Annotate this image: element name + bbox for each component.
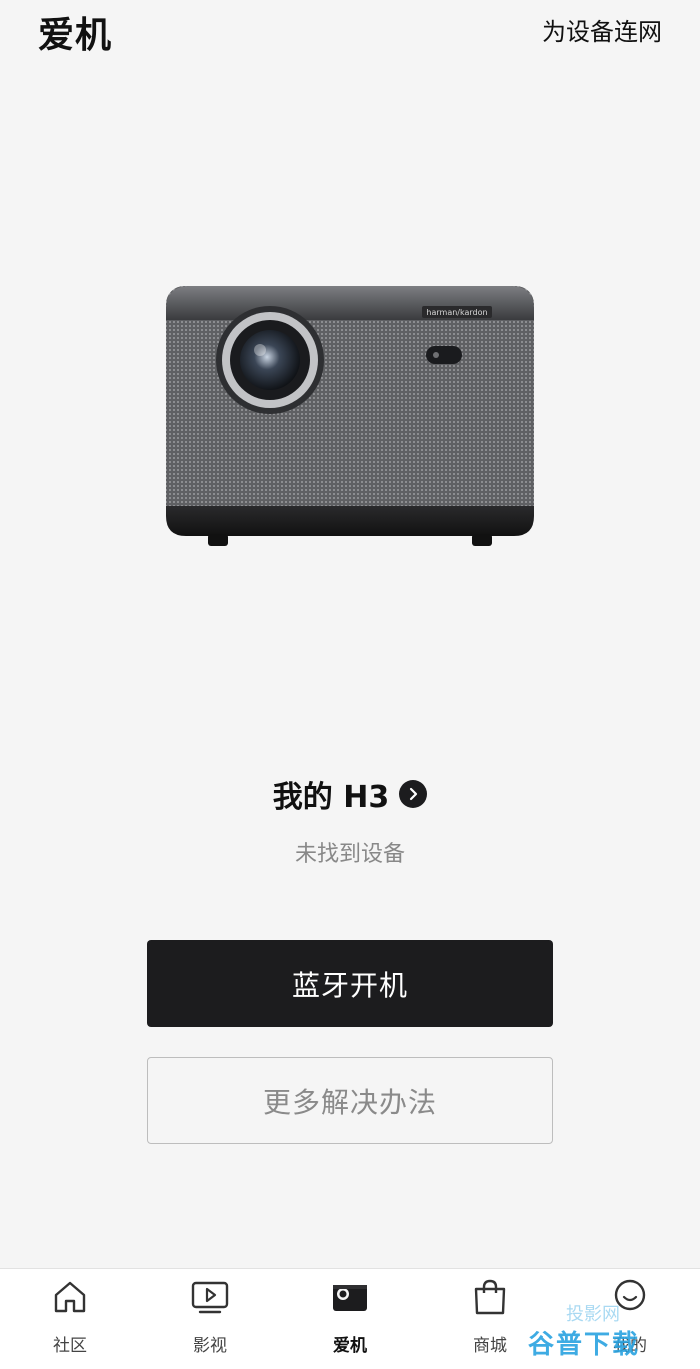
tab-me[interactable]: 我的 bbox=[560, 1269, 700, 1369]
device-name-row[interactable]: 我的 H3 bbox=[0, 772, 700, 816]
tab-label: 商城 bbox=[473, 1336, 507, 1356]
projector-image: harman/kardon bbox=[166, 286, 534, 546]
tab-my-device[interactable]: 爱机 bbox=[280, 1269, 420, 1369]
projector-icon bbox=[333, 1285, 367, 1311]
tab-label: 我的 bbox=[613, 1336, 647, 1356]
header: 爱机 为设备连网 bbox=[0, 0, 700, 60]
home-icon bbox=[54, 1281, 86, 1313]
chevron-right-icon bbox=[399, 780, 428, 808]
connect-network-link[interactable]: 为设备连网 bbox=[542, 12, 662, 47]
tab-bar: 社区 影视 爱机 商城 我的 bbox=[0, 1268, 700, 1369]
smiley-icon bbox=[614, 1279, 646, 1311]
page-title: 爱机 bbox=[38, 15, 113, 56]
device-name: 我的 H3 bbox=[272, 780, 390, 815]
tab-shop[interactable]: 商城 bbox=[420, 1269, 560, 1369]
tab-label: 爱机 bbox=[333, 1336, 367, 1356]
tab-label: 影视 bbox=[193, 1336, 227, 1356]
shopping-bag-icon bbox=[474, 1279, 506, 1315]
tab-community[interactable]: 社区 bbox=[0, 1269, 140, 1369]
device-status: 未找到设备 bbox=[294, 842, 405, 867]
tab-movies[interactable]: 影视 bbox=[140, 1269, 280, 1369]
play-icon bbox=[191, 1281, 229, 1314]
brand-label: harman/kardon bbox=[426, 308, 487, 317]
more-solutions-button[interactable]: 更多解决办法 bbox=[147, 1057, 553, 1144]
bluetooth-power-on-button[interactable]: 蓝牙开机 bbox=[147, 940, 553, 1027]
tab-label: 社区 bbox=[53, 1336, 87, 1356]
